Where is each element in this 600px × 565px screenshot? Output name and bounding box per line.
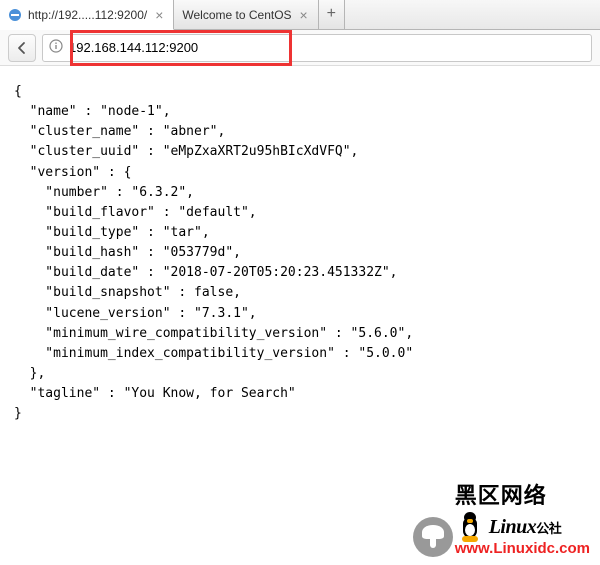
info-icon[interactable]: [49, 39, 63, 56]
favicon-icon: [8, 8, 22, 22]
nav-bar: [0, 30, 600, 66]
mushroom-icon: [413, 517, 453, 557]
new-tab-button[interactable]: +: [319, 0, 345, 29]
url-bar[interactable]: [42, 34, 592, 62]
tux-icon: [455, 510, 485, 544]
close-icon[interactable]: ×: [155, 8, 163, 22]
watermark-cn: 黑区网络: [455, 478, 547, 510]
tab-active[interactable]: http://192.....112:9200/ ×: [0, 0, 174, 30]
url-input[interactable]: [69, 40, 585, 55]
tab-title: http://192.....112:9200/: [28, 8, 147, 22]
arrow-left-icon: [15, 41, 29, 55]
json-response-body: { "name" : "node-1", "cluster_name" : "a…: [0, 66, 600, 440]
watermark-url: www.Linuxidc.com: [455, 540, 590, 557]
watermark-linux: Linux公社: [489, 516, 562, 539]
tab-title: Welcome to CentOS: [182, 8, 291, 22]
close-icon[interactable]: ×: [300, 8, 308, 22]
watermark-text: 黑区网络 Linux公社 www.Linuxidc.com: [455, 478, 590, 557]
tab-inactive[interactable]: Welcome to CentOS ×: [174, 0, 318, 29]
back-button[interactable]: [8, 34, 36, 62]
watermark: 黑区网络 Linux公社 www.Linuxidc.com: [413, 478, 590, 557]
tab-bar: http://192.....112:9200/ × Welcome to Ce…: [0, 0, 600, 30]
